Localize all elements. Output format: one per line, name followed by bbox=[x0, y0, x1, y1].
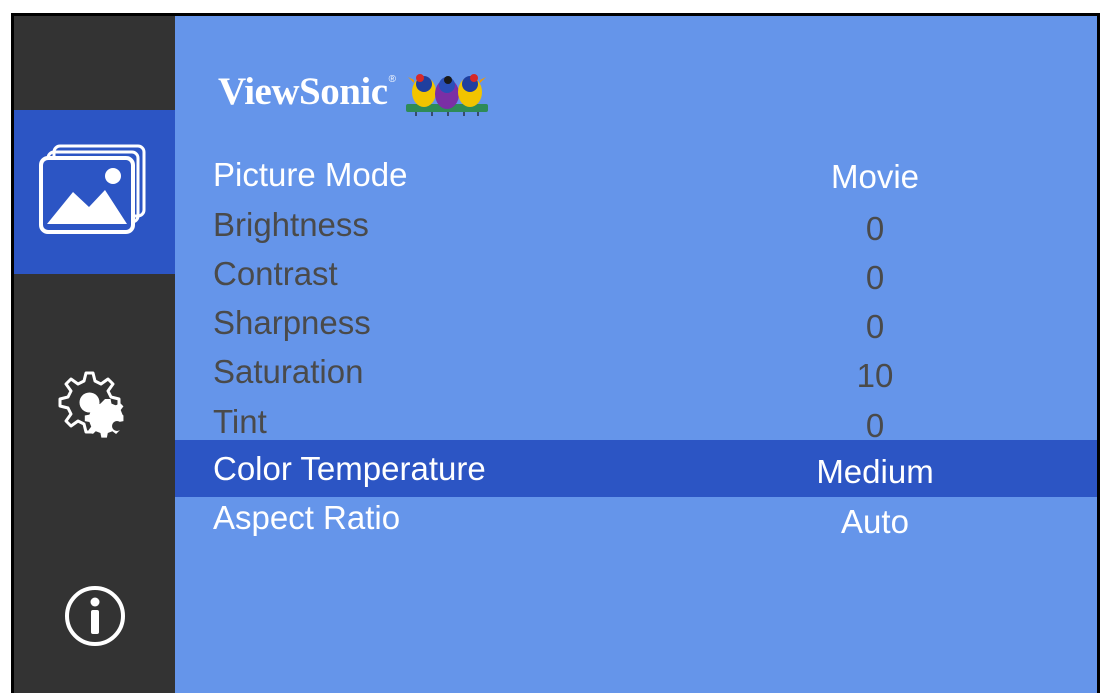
picture-menu-panel: ViewSonic ® Picture Mode Movie Brightnes… bbox=[175, 16, 1097, 693]
menu-item-label: Aspect Ratio bbox=[213, 499, 401, 536]
menu-item-value: 0 bbox=[865, 210, 885, 247]
menu-item-value: Auto bbox=[841, 503, 909, 540]
menu-item-label: Brightness bbox=[213, 206, 369, 243]
menu-item-label: Color Temperature bbox=[213, 450, 486, 487]
menu-item-label: Contrast bbox=[213, 255, 338, 292]
menu-item-contrast: Contrast 0 bbox=[175, 253, 1097, 303]
brand-name: ViewSonic bbox=[218, 69, 388, 113]
osd-window: ViewSonic ® Picture Mode Movie Brightnes… bbox=[0, 0, 1112, 693]
settings-gears-icon bbox=[58, 371, 123, 438]
sidebar-item-info[interactable] bbox=[14, 566, 175, 666]
menu-item-picture-mode[interactable]: Picture Mode Movie bbox=[175, 152, 1097, 202]
menu-item-value: Movie bbox=[830, 158, 920, 195]
menu-item-label: Picture Mode bbox=[213, 156, 408, 193]
menu-item-brightness: Brightness 0 bbox=[175, 203, 1097, 253]
menu-item-value: 0 bbox=[865, 308, 885, 345]
window-right-border bbox=[1097, 13, 1100, 693]
sidebar-item-picture[interactable] bbox=[14, 110, 175, 274]
menu-item-value: 0 bbox=[865, 259, 885, 296]
sidebar-item-settings[interactable] bbox=[14, 346, 175, 466]
sidebar bbox=[14, 16, 175, 693]
registered-mark: ® bbox=[388, 73, 396, 85]
menu-item-aspect-ratio[interactable]: Aspect Ratio Auto bbox=[175, 497, 1097, 547]
viewsonic-birds-logo-icon bbox=[405, 74, 488, 116]
menu-item-sharpness: Sharpness 0 bbox=[175, 303, 1097, 353]
picture-icon bbox=[38, 144, 145, 234]
menu-item-label: Tint bbox=[213, 403, 267, 440]
menu-item-value: 10 bbox=[856, 357, 894, 394]
menu-item-label: Saturation bbox=[213, 353, 364, 390]
menu-item-color-temperature[interactable]: Color Temperature Medium bbox=[175, 440, 1097, 497]
brand-header: ViewSonic ® bbox=[218, 56, 490, 126]
menu-item-value: Medium bbox=[816, 453, 934, 490]
menu-item-saturation: Saturation 10 bbox=[175, 352, 1097, 402]
menu-item-label: Sharpness bbox=[213, 304, 371, 341]
info-icon bbox=[64, 586, 125, 646]
